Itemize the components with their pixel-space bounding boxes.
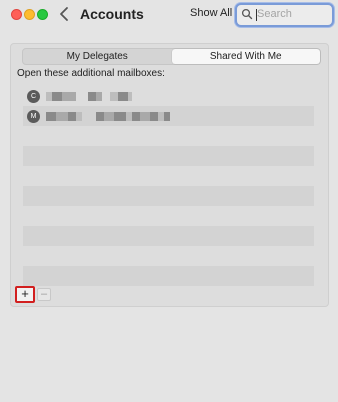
mailbox-row[interactable]: C xyxy=(23,86,314,106)
mailbox-row[interactable]: M xyxy=(23,106,314,126)
empty-row xyxy=(23,226,314,246)
zoom-window-button[interactable] xyxy=(37,9,48,20)
empty-row xyxy=(23,146,314,166)
empty-row xyxy=(23,206,314,226)
tab-my-delegates[interactable]: My Delegates xyxy=(23,49,172,64)
text-caret xyxy=(256,9,257,21)
delegates-panel: My Delegates Shared With Me Open these a… xyxy=(10,43,329,307)
remove-mailbox-button[interactable]: – xyxy=(37,288,51,301)
empty-row xyxy=(23,166,314,186)
close-window-button[interactable] xyxy=(11,9,22,20)
back-chevron-icon[interactable] xyxy=(58,4,72,24)
redacted-mailbox-name xyxy=(46,111,170,121)
show-all-button[interactable]: Show All xyxy=(190,7,232,19)
tab-bar: My Delegates Shared With Me xyxy=(22,48,321,65)
title-bar: Accounts Show All xyxy=(0,0,338,32)
list-controls: + – xyxy=(15,286,323,303)
redacted-mailbox-name xyxy=(46,91,132,101)
empty-row xyxy=(23,186,314,206)
tab-shared-with-me[interactable]: Shared With Me xyxy=(171,49,320,64)
avatar: C xyxy=(27,89,40,103)
search-input[interactable] xyxy=(255,6,329,22)
minimize-window-button[interactable] xyxy=(24,9,35,20)
avatar: M xyxy=(27,109,40,123)
empty-row xyxy=(23,246,314,266)
search-icon xyxy=(241,8,253,20)
mailbox-list: C M xyxy=(23,86,314,286)
section-label: Open these additional mailboxes: xyxy=(17,68,165,79)
window-title: Accounts xyxy=(80,6,144,22)
search-box[interactable] xyxy=(235,3,334,27)
add-mailbox-button[interactable]: + xyxy=(15,286,35,303)
empty-row xyxy=(23,266,314,286)
empty-row xyxy=(23,126,314,146)
